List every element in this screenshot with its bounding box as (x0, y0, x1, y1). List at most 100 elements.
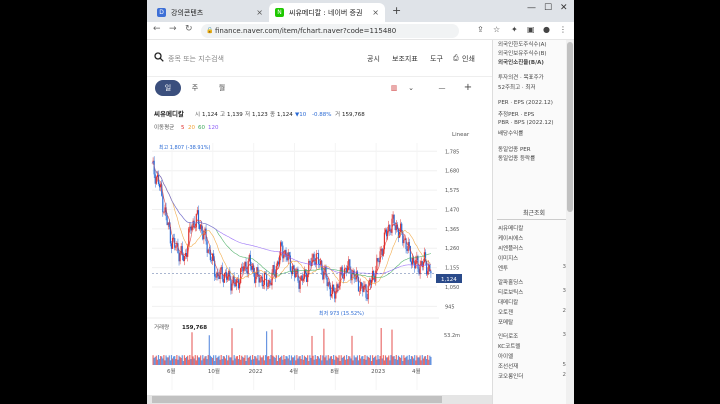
volume-bar (220, 355, 222, 365)
recent-item[interactable]: 대메디칼 (498, 298, 518, 306)
indicator-button[interactable]: 보조지표 (392, 54, 418, 64)
volume-bar (273, 356, 275, 365)
volume-bar (238, 355, 241, 365)
recent-item[interactable]: 아이엘 (498, 352, 513, 360)
printer-icon[interactable]: ⎙ (453, 54, 459, 63)
period-week[interactable]: 주 (182, 80, 208, 96)
recent-item[interactable]: 케이씨에스 (498, 234, 523, 242)
url-field[interactable]: 🔒 finance.naver.com/item/fchart.naver?co… (201, 24, 459, 38)
back-icon[interactable]: ← (153, 24, 161, 34)
volume-bar (302, 359, 304, 365)
candle-body (358, 290, 361, 292)
menu-icon[interactable]: ⋮ (559, 25, 567, 34)
high-label: 고 (220, 111, 225, 118)
volume-bar (318, 358, 321, 365)
volume-bar (354, 357, 356, 365)
volume-bar (385, 357, 388, 365)
recent-item[interactable]: 씨엔플러스 (498, 244, 523, 252)
recent-item[interactable]: 알파홀딩스 (498, 278, 523, 286)
candle-body (273, 265, 275, 274)
vertical-scrollbar[interactable] (566, 40, 574, 404)
lock-icon: 🔒 (206, 27, 214, 34)
recent-item[interactable]: 오토젠 (498, 308, 513, 316)
candle-type-icon[interactable]: ▥ (383, 80, 405, 96)
stock-chart[interactable]: 씨유메디칼 시 1,124 고 1,139 저 1,123 종 1,124 ▼1… (147, 103, 492, 404)
candle-body (395, 224, 397, 231)
zoom-in-button[interactable]: + (459, 80, 477, 96)
candle-body (254, 272, 256, 283)
volume-bar (327, 355, 329, 365)
candle-body (410, 261, 413, 265)
candle-body (330, 294, 333, 297)
recent-item[interactable]: 코오롱인더 (498, 372, 523, 380)
extensions-icon[interactable]: ✦ (511, 25, 518, 34)
volume-bar (405, 356, 407, 365)
volume-bar (422, 358, 424, 365)
close-tab-icon[interactable]: × (372, 8, 379, 17)
volume-bar (392, 356, 394, 365)
recent-item[interactable]: 포메탈 (498, 318, 513, 326)
recent-item[interactable]: 씨유메디칼 (498, 224, 523, 232)
sidepanel-icon[interactable]: ▣ (527, 25, 535, 34)
recent-item[interactable]: KC코트렐 (498, 342, 520, 350)
volume-bar (419, 355, 421, 365)
volume-bar (154, 356, 156, 365)
scale-select[interactable]: Linear (452, 132, 470, 138)
disclosure-button[interactable]: 공시 (367, 54, 380, 64)
profile-avatar[interactable]: ● (543, 25, 550, 34)
recent-item[interactable]: 인터로조 (498, 332, 518, 340)
maximize-icon[interactable]: ☐ (544, 3, 552, 13)
volume-bar (355, 357, 357, 365)
candle-body (384, 229, 387, 233)
info-opinion: 투자의견 · 목표주가 (498, 75, 544, 81)
volume-bar (345, 355, 348, 365)
close-tab-icon[interactable]: × (256, 8, 263, 17)
volume-bar (163, 355, 165, 365)
forward-icon[interactable]: → (169, 24, 177, 34)
recent-item[interactable]: 이미지스 (498, 254, 518, 262)
period-month[interactable]: 월 (209, 80, 235, 96)
volume-bar (223, 356, 226, 365)
stock-search-input[interactable]: 종목 또는 지수검색 (168, 54, 224, 64)
new-tab-button[interactable]: + (392, 4, 401, 17)
recent-item[interactable]: 엔투 (498, 264, 508, 272)
candle-body (286, 257, 288, 261)
period-day[interactable]: 일 (155, 80, 181, 96)
zoom-out-button[interactable]: — (433, 80, 451, 96)
volume-bar (195, 360, 197, 365)
close-window-icon[interactable]: ✕ (560, 3, 568, 13)
candle-body (250, 266, 253, 270)
recent-item[interactable]: 티로보틱스 (498, 288, 523, 296)
volume-bar (190, 359, 192, 365)
volume-bar (423, 356, 426, 365)
recent-views-header[interactable]: 최근조회 (497, 208, 571, 220)
scrollbar-thumb[interactable] (567, 42, 573, 212)
tab-lecture[interactable]: D 강의콘텐츠 × (151, 3, 269, 22)
chevron-down-icon[interactable]: ⌄ (405, 80, 417, 96)
bookmark-star-icon[interactable]: ☆ (493, 25, 500, 34)
candle-body (183, 256, 186, 261)
volume-bar (236, 356, 239, 365)
volume-bar (196, 355, 199, 365)
scrollbar-thumb[interactable] (152, 396, 442, 403)
tab-naver-stock[interactable]: N 씨유메디칼 : 네이버 증권 × (269, 3, 385, 22)
candle-body (385, 229, 388, 237)
share-icon[interactable]: ⇪ (477, 25, 484, 34)
candle-body (378, 260, 380, 262)
volume-bar (255, 356, 257, 365)
candle-body (158, 183, 161, 188)
candle-body (404, 238, 406, 240)
volume-bar (342, 356, 344, 365)
minimize-icon[interactable]: — (527, 3, 536, 13)
volume-bar (162, 358, 164, 365)
search-icon[interactable] (154, 52, 164, 62)
print-button[interactable]: 인쇄 (462, 54, 475, 64)
candle-body (188, 228, 190, 247)
candle-body (416, 256, 418, 261)
reload-icon[interactable]: ↻ (185, 24, 193, 34)
recent-item[interactable]: 조선선재 (498, 362, 518, 370)
volume-bar (379, 356, 381, 365)
candle-body (393, 214, 395, 226)
tools-button[interactable]: 도구 (430, 54, 443, 64)
volume-bar (222, 356, 224, 365)
